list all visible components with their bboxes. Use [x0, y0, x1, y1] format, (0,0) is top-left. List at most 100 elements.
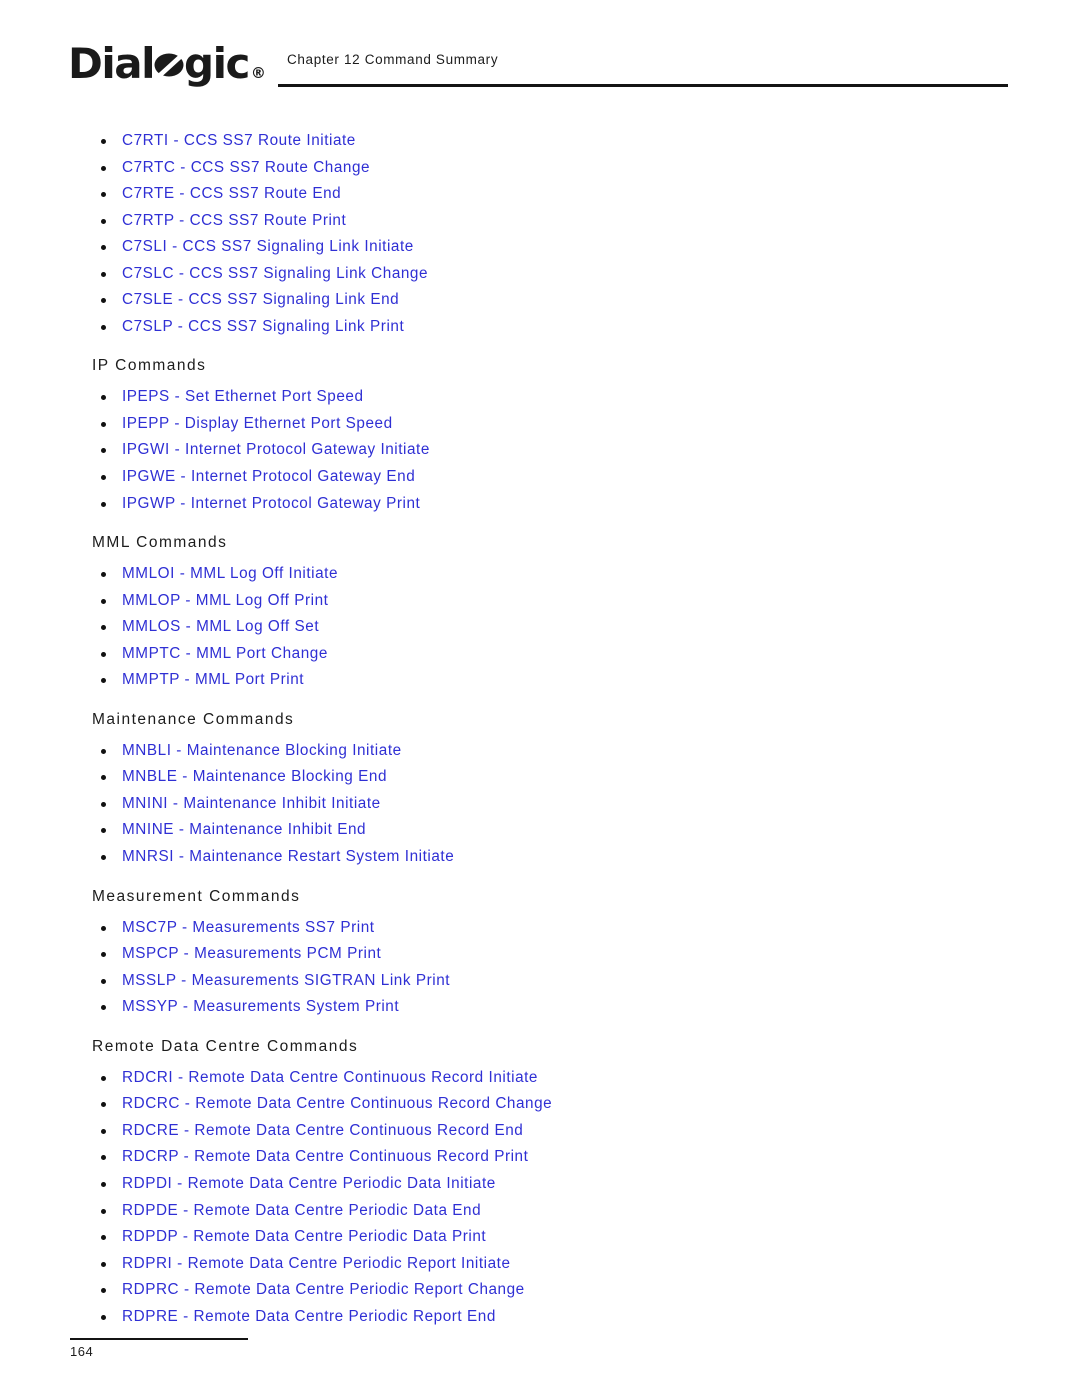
- page-number: 164: [70, 1344, 94, 1359]
- list-item: RDPDP - Remote Data Centre Periodic Data…: [0, 1224, 1080, 1251]
- command-link[interactable]: MNBLE - Maintenance Blocking End: [122, 768, 387, 785]
- command-link[interactable]: MMPTC - MML Port Change: [122, 645, 328, 662]
- command-link[interactable]: MMPTP - MML Port Print: [122, 671, 304, 688]
- list-item: MSC7P - Measurements SS7 Print: [0, 915, 1080, 942]
- bullet-icon: [101, 625, 106, 631]
- list-item: C7SLP - CCS SS7 Signaling Link Print: [0, 314, 1080, 341]
- command-link[interactable]: MMLOS - MML Log Off Set: [122, 618, 319, 635]
- bullet-icon: [101, 1075, 106, 1081]
- command-link[interactable]: MNBLI - Maintenance Blocking Initiate: [122, 742, 402, 759]
- command-link[interactable]: IPGWE - Internet Protocol Gateway End: [122, 468, 415, 485]
- command-link[interactable]: MMLOI - MML Log Off Initiate: [122, 565, 338, 582]
- command-link[interactable]: MSSYP - Measurements System Print: [122, 998, 399, 1015]
- logo-text-before: Dial: [68, 39, 156, 88]
- list-item: C7RTC - CCS SS7 Route Change: [0, 155, 1080, 182]
- command-link[interactable]: C7RTI - CCS SS7 Route Initiate: [122, 132, 356, 149]
- command-link[interactable]: RDPRI - Remote Data Centre Periodic Repo…: [122, 1255, 511, 1272]
- command-link[interactable]: RDPRC - Remote Data Centre Periodic Repo…: [122, 1281, 525, 1298]
- command-link[interactable]: IPEPS - Set Ethernet Port Speed: [122, 388, 364, 405]
- bullet-icon: [101, 651, 106, 657]
- command-list: C7RTI - CCS SS7 Route Initiate C7RTC - CC…: [0, 128, 1080, 340]
- command-link[interactable]: MNRSI - Maintenance Restart System Initi…: [122, 848, 454, 865]
- bullet-icon: [101, 1208, 106, 1214]
- command-section: IP Commands IPEPS - Set Ethernet Port Spe…: [0, 340, 1080, 517]
- page-header: Dial gic ® Chapter 12 Command Summary: [0, 0, 1080, 110]
- command-link[interactable]: RDPDI - Remote Data Centre Periodic Data…: [122, 1175, 496, 1192]
- command-link[interactable]: MNINE - Maintenance Inhibit End: [122, 821, 366, 838]
- command-link[interactable]: RDCRI - Remote Data Centre Continuous Re…: [122, 1069, 538, 1086]
- list-item: RDCRP - Remote Data Centre Continuous Re…: [0, 1144, 1080, 1171]
- list-item: C7RTI - CCS SS7 Route Initiate: [0, 128, 1080, 155]
- list-item: MNINI - Maintenance Inhibit Initiate: [0, 791, 1080, 818]
- list-item: RDCRI - Remote Data Centre Continuous Re…: [0, 1065, 1080, 1092]
- section-heading: MML Commands: [92, 534, 228, 552]
- command-link[interactable]: RDCRE - Remote Data Centre Continuous Re…: [122, 1122, 523, 1139]
- bullet-icon: [101, 298, 106, 304]
- command-list: MMLOI - MML Log Off Initiate MMLOP - MML …: [0, 561, 1080, 694]
- bullet-icon: [101, 1128, 106, 1134]
- list-item: C7RTE - CCS SS7 Route End: [0, 181, 1080, 208]
- list-item: C7SLE - CCS SS7 Signaling Link End: [0, 287, 1080, 314]
- footer-divider: [70, 1338, 248, 1340]
- command-list: IPEPS - Set Ethernet Port Speed IPEPP - D…: [0, 384, 1080, 517]
- list-item: IPGWP - Internet Protocol Gateway Print: [0, 491, 1080, 518]
- bullet-icon: [101, 395, 106, 401]
- bullet-icon: [101, 1314, 106, 1320]
- bullet-icon: [101, 1261, 106, 1267]
- list-item: MNBLE - Maintenance Blocking End: [0, 764, 1080, 791]
- list-item: MNINE - Maintenance Inhibit End: [0, 817, 1080, 844]
- bullet-icon: [101, 801, 106, 807]
- command-link[interactable]: MNINI - Maintenance Inhibit Initiate: [122, 795, 381, 812]
- bullet-icon: [101, 165, 106, 171]
- command-link[interactable]: MSSLP - Measurements SIGTRAN Link Print: [122, 972, 450, 989]
- bullet-icon: [101, 1155, 106, 1161]
- command-link[interactable]: C7SLC - CCS SS7 Signaling Link Change: [122, 265, 428, 282]
- command-link[interactable]: MSPCP - Measurements PCM Print: [122, 945, 381, 962]
- list-item: IPGWE - Internet Protocol Gateway End: [0, 464, 1080, 491]
- command-list: MSC7P - Measurements SS7 Print MSPCP - Me…: [0, 915, 1080, 1021]
- document-page: Dial gic ® Chapter 12 Command Summary C7…: [0, 0, 1080, 1397]
- command-link[interactable]: MMLOP - MML Log Off Print: [122, 592, 328, 609]
- command-link[interactable]: IPEPP - Display Ethernet Port Speed: [122, 415, 393, 432]
- command-link[interactable]: RDCRC - Remote Data Centre Continuous Re…: [122, 1095, 552, 1112]
- command-link[interactable]: C7RTC - CCS SS7 Route Change: [122, 159, 370, 176]
- section-heading: IP Commands: [92, 357, 207, 375]
- logo-wordmark: Dial gic: [68, 39, 250, 88]
- section-heading: Measurement Commands: [92, 887, 301, 905]
- bullet-icon: [101, 775, 106, 781]
- command-summary-content: C7RTI - CCS SS7 Route Initiate C7RTC - CC…: [0, 128, 1080, 1330]
- command-link[interactable]: RDPRE - Remote Data Centre Periodic Repo…: [122, 1308, 496, 1325]
- bullet-icon: [101, 324, 106, 330]
- bullet-icon: [101, 501, 106, 507]
- command-link[interactable]: IPGWP - Internet Protocol Gateway Print: [122, 495, 420, 512]
- list-item: C7RTP - CCS SS7 Route Print: [0, 208, 1080, 235]
- list-item: MSSLP - Measurements SIGTRAN Link Print: [0, 968, 1080, 995]
- command-link[interactable]: C7RTE - CCS SS7 Route End: [122, 185, 341, 202]
- list-item: RDPDI - Remote Data Centre Periodic Data…: [0, 1171, 1080, 1198]
- command-link[interactable]: RDCRP - Remote Data Centre Continuous Re…: [122, 1148, 528, 1165]
- command-link[interactable]: RDPDE - Remote Data Centre Periodic Data…: [122, 1202, 481, 1219]
- command-link[interactable]: C7SLE - CCS SS7 Signaling Link End: [122, 291, 399, 308]
- list-item: RDPRE - Remote Data Centre Periodic Repo…: [0, 1304, 1080, 1331]
- command-link[interactable]: MSC7P - Measurements SS7 Print: [122, 919, 375, 936]
- list-item: RDPRC - Remote Data Centre Periodic Repo…: [0, 1277, 1080, 1304]
- list-item: C7SLI - CCS SS7 Signaling Link Initiate: [0, 234, 1080, 261]
- command-section: C7RTI - CCS SS7 Route Initiate C7RTC - CC…: [0, 128, 1080, 340]
- bullet-icon: [101, 218, 106, 224]
- bullet-icon: [101, 925, 106, 931]
- logo-text-after: gic: [184, 39, 250, 88]
- bullet-icon: [101, 1235, 106, 1241]
- list-item: MNBLI - Maintenance Blocking Initiate: [0, 738, 1080, 765]
- bullet-icon: [101, 139, 106, 144]
- slashed-oval-o-icon: [154, 50, 184, 80]
- header-divider: [278, 84, 1008, 87]
- command-link[interactable]: IPGWI - Internet Protocol Gateway Initia…: [122, 441, 430, 458]
- command-link[interactable]: RDPDP - Remote Data Centre Periodic Data…: [122, 1228, 486, 1245]
- command-link[interactable]: C7SLI - CCS SS7 Signaling Link Initiate: [122, 238, 414, 255]
- list-item: IPEPS - Set Ethernet Port Speed: [0, 384, 1080, 411]
- chapter-title: Chapter 12 Command Summary: [287, 52, 499, 67]
- command-link[interactable]: C7SLP - CCS SS7 Signaling Link Print: [122, 318, 404, 335]
- command-link[interactable]: C7RTP - CCS SS7 Route Print: [122, 212, 346, 229]
- bullet-icon: [101, 855, 106, 861]
- list-item: MSSYP - Measurements System Print: [0, 994, 1080, 1021]
